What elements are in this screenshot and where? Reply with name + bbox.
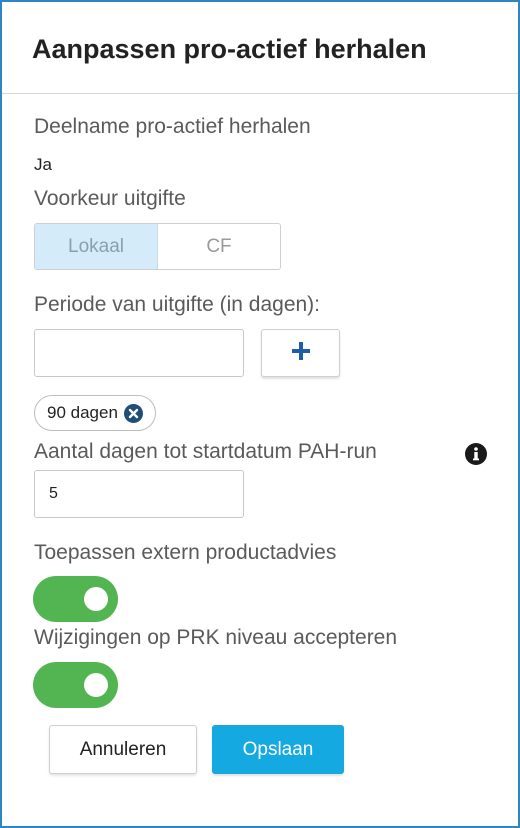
external-advice-label: Toepassen extern productadvies bbox=[34, 541, 337, 564]
edit-proactive-repeat-dialog: Aanpassen pro-actief herhalen Deelname p… bbox=[0, 0, 520, 828]
toggle-knob bbox=[84, 587, 108, 611]
title-divider bbox=[2, 93, 518, 94]
toggle-knob bbox=[84, 673, 108, 697]
prk-changes-toggle[interactable] bbox=[33, 662, 118, 708]
period-chip-label: 90 dagen bbox=[47, 403, 118, 422]
days-to-start-label: Aantal dagen tot startdatum PAH-run bbox=[34, 440, 377, 463]
issue-period-label: Periode van uitgifte (in dagen): bbox=[34, 293, 321, 316]
issue-preference-option-cf[interactable]: CF bbox=[158, 224, 280, 269]
plus-icon bbox=[291, 341, 310, 365]
save-button[interactable]: Opslaan bbox=[212, 725, 344, 774]
dialog-title: Aanpassen pro-actief herhalen bbox=[32, 34, 427, 64]
days-to-start-input[interactable] bbox=[34, 470, 244, 518]
period-chip: 90 dagen bbox=[34, 395, 156, 431]
participation-label: Deelname pro-actief herhalen bbox=[34, 115, 311, 138]
issue-period-input[interactable] bbox=[34, 329, 244, 377]
issue-preference-toggle: Lokaal CF bbox=[34, 223, 281, 270]
participation-value: Ja bbox=[34, 155, 52, 174]
prk-changes-label: Wijzigingen op PRK niveau accepteren bbox=[34, 626, 398, 649]
cancel-button[interactable]: Annuleren bbox=[49, 725, 197, 774]
info-circle-icon[interactable] bbox=[465, 443, 487, 465]
issue-preference-label: Voorkeur uitgifte bbox=[34, 187, 186, 210]
remove-circle-icon[interactable] bbox=[123, 403, 143, 423]
add-period-button[interactable] bbox=[261, 329, 340, 377]
issue-preference-option-lokaal[interactable]: Lokaal bbox=[35, 224, 158, 269]
external-advice-toggle[interactable] bbox=[33, 576, 118, 622]
